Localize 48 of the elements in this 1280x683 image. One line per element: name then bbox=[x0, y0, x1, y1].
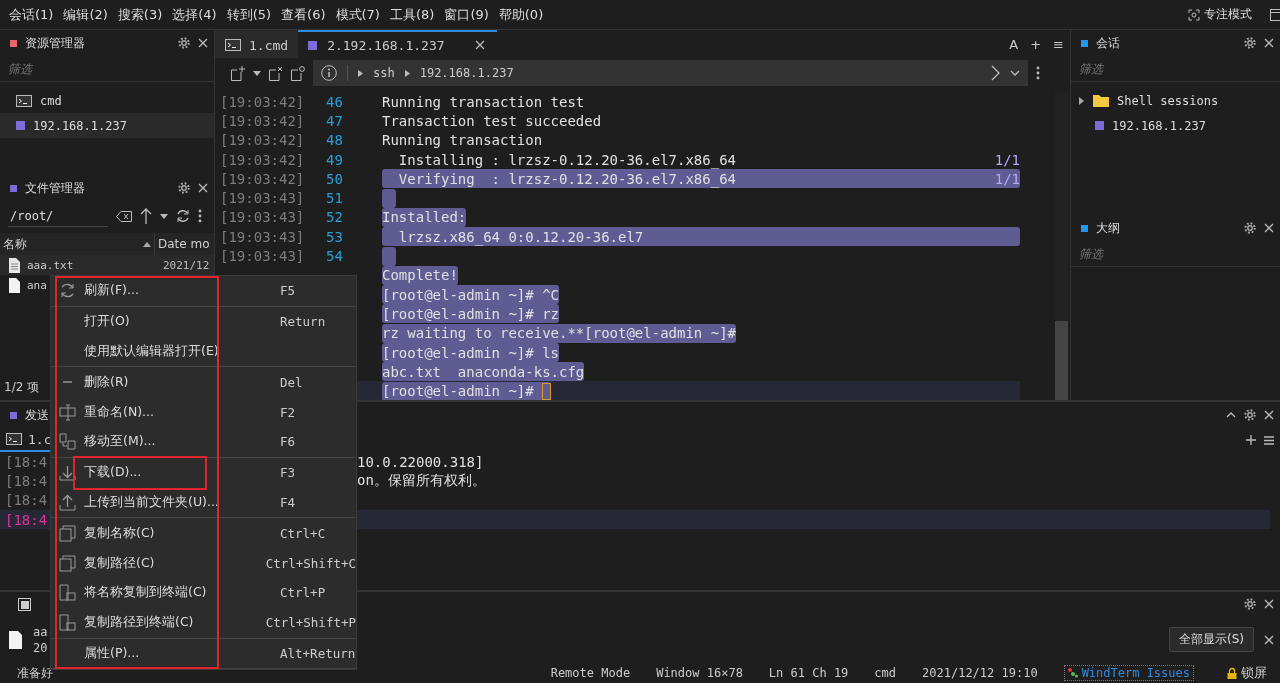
terminal-line: Running transaction bbox=[382, 131, 543, 150]
timestamp: [18:4 bbox=[5, 511, 48, 528]
line-number: 50 bbox=[326, 170, 344, 187]
terminal-text: [root@el-admin ~]# bbox=[382, 383, 535, 400]
timestamp: [19:03:42] bbox=[220, 132, 304, 149]
item-count: 1/2 项 bbox=[4, 379, 40, 396]
progress-count: 1/1 bbox=[994, 151, 1020, 168]
timestamp: [19:03:42] bbox=[220, 170, 304, 187]
file-name: ana bbox=[27, 279, 47, 292]
panel-title: 资源管理器 bbox=[25, 34, 85, 52]
terminal-line: on。保留所有权利。 bbox=[357, 471, 486, 490]
status-item: Remote Mode bbox=[550, 666, 631, 680]
timestamp: [19:03:42] bbox=[220, 151, 304, 168]
timestamp: [19:03:43] bbox=[220, 190, 304, 207]
file-date: 2021/12 bbox=[163, 258, 210, 272]
timestamp: [18:4 bbox=[5, 472, 48, 489]
timestamp: [18:4 bbox=[5, 453, 48, 470]
panel-title: 文件管理器 bbox=[25, 179, 85, 197]
file-name: aa bbox=[33, 624, 48, 639]
status-item: Ln 61 Ch 19 bbox=[768, 666, 849, 680]
progress-count: 1/1 bbox=[994, 170, 1020, 187]
timestamp: [19:03:43] bbox=[220, 248, 304, 264]
terminal-line: Transaction test succeeded bbox=[382, 111, 602, 131]
timestamp: [19:03:42] bbox=[220, 112, 304, 129]
status-item: cmd bbox=[874, 666, 897, 680]
line-number: 47 bbox=[326, 112, 344, 129]
line-number: 49 bbox=[326, 151, 344, 168]
status-item: 2021/12/12 19:10 bbox=[922, 666, 1038, 680]
timestamp: [19:03:43] bbox=[220, 209, 304, 226]
status-item: Window 16×78 bbox=[656, 666, 743, 680]
timestamp: [18:4 bbox=[5, 492, 48, 509]
line-number: 54 bbox=[326, 248, 344, 264]
panel-title: 发送 bbox=[25, 406, 49, 424]
file-date: 20 bbox=[33, 640, 48, 655]
line-number: 51 bbox=[326, 190, 344, 207]
line-number: 52 bbox=[326, 209, 344, 226]
line-number: 53 bbox=[326, 228, 344, 245]
panel-title: 会话 bbox=[1096, 34, 1120, 52]
terminal-line: Running transaction test bbox=[382, 92, 585, 112]
timestamp: [19:03:42] bbox=[220, 93, 304, 110]
line-number: 46 bbox=[326, 93, 344, 110]
terminal-text: Installing : lrzsz-0.12.20-36.el7.x86_64 bbox=[397, 151, 736, 168]
terminal-text: Verifying : lrzsz-0.12.20-36.el7.x86_64 bbox=[397, 170, 736, 187]
file-name: aaa.txt bbox=[27, 259, 74, 272]
line-number: 48 bbox=[326, 132, 344, 149]
terminal-line: 10.0.22000.318] bbox=[357, 453, 484, 470]
panel-title: 大纲 bbox=[1096, 219, 1120, 237]
timestamp: [19:03:43] bbox=[220, 228, 304, 245]
